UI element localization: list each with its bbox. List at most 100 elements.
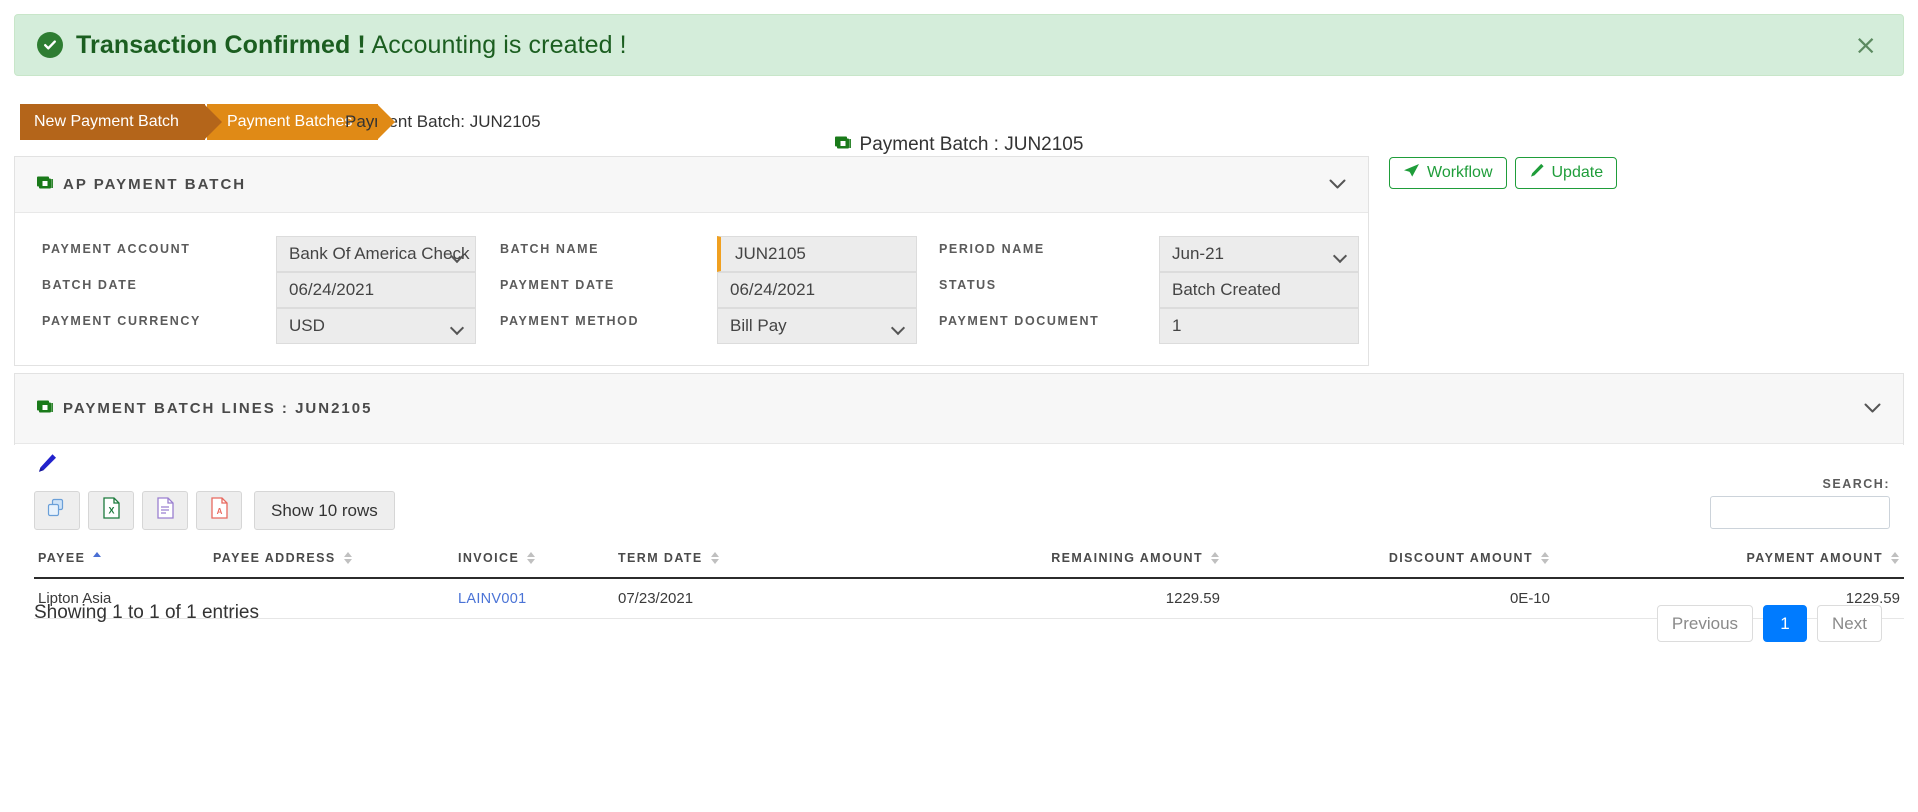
panel-document-icon — [37, 175, 54, 195]
svg-text:A: A — [216, 507, 222, 516]
ap-payment-batch-header[interactable]: AP PAYMENT BATCH — [15, 157, 1368, 213]
column-label: REMAINING AMOUNT — [1051, 551, 1203, 565]
status-label: STATUS — [939, 278, 997, 292]
batch-date-input[interactable]: 06/24/2021 — [276, 272, 476, 308]
page-title: Payment Batch : JUN2105 — [0, 134, 1918, 156]
payment-document-value: 1 — [1172, 316, 1182, 335]
payment-account-value: Bank Of America Check — [289, 244, 470, 263]
excel-button[interactable]: X — [88, 491, 134, 530]
check-circle-icon — [37, 32, 63, 58]
update-button-label: Update — [1551, 164, 1604, 181]
payment-batch-lines-panel: PAYMENT BATCH LINES : JUN2105 — [14, 373, 1904, 445]
batch-document-icon — [834, 134, 852, 156]
column-header-discount-amount[interactable]: DISCOUNT AMOUNT — [1224, 545, 1554, 579]
column-label: PAYEE ADDRESS — [213, 551, 336, 565]
sort-icon — [710, 551, 720, 565]
export-toolbar: X A Show 10 rows — [34, 491, 395, 530]
batch-name-label: BATCH NAME — [500, 242, 600, 256]
payment-document-label: PAYMENT DOCUMENT — [939, 314, 1100, 328]
chevron-down-icon[interactable] — [1329, 175, 1346, 194]
panel-document-icon — [37, 399, 54, 419]
previous-page-button[interactable]: Previous — [1656, 605, 1754, 642]
page-1-button[interactable]: 1 — [1763, 605, 1808, 642]
paper-plane-icon — [1403, 163, 1420, 183]
pagination: Previous 1 Next — [1656, 605, 1882, 642]
workflow-button-label: Workflow — [1427, 164, 1493, 181]
search-label: SEARCH: — [1822, 477, 1890, 491]
close-icon[interactable]: × — [1850, 32, 1881, 59]
payment-account-select[interactable]: Bank Of America Check — [276, 236, 476, 272]
csv-button[interactable] — [142, 491, 188, 530]
sort-icon — [1891, 551, 1900, 565]
cell-term-date: 07/23/2021 — [614, 578, 914, 619]
invoice-link[interactable]: LAINV001 — [458, 591, 527, 607]
pdf-button[interactable]: A — [196, 491, 242, 530]
column-label: PAYEE — [38, 551, 86, 565]
payment-currency-select[interactable]: USD — [276, 308, 476, 344]
payment-date-input[interactable]: 06/24/2021 — [717, 272, 917, 308]
copy-button[interactable] — [34, 491, 80, 530]
period-name-select[interactable]: Jun-21 — [1159, 236, 1359, 272]
cell-invoice: LAINV001 — [454, 578, 614, 619]
cell-discount-amount: 0E-10 — [1224, 578, 1554, 619]
status-input[interactable]: Batch Created — [1159, 272, 1359, 308]
payment-method-select[interactable]: Bill Pay — [717, 308, 917, 344]
batch-date-label: BATCH DATE — [42, 278, 138, 292]
show-rows-dropdown[interactable]: Show 10 rows — [254, 491, 395, 530]
alert-message: Transaction Confirmed ! Accounting is cr… — [76, 31, 627, 60]
pencil-icon — [1529, 163, 1545, 183]
payment-batch-lines-header[interactable]: PAYMENT BATCH LINES : JUN2105 — [15, 374, 1903, 444]
workflow-button[interactable]: Workflow — [1389, 157, 1507, 189]
breadcrumb-label: Payment Batches — [226, 113, 353, 130]
column-label: TERM DATE — [618, 551, 703, 565]
period-name-value: Jun-21 — [1172, 244, 1224, 263]
table-header: PAYEE PAYEE ADDRESS INVOICE TERM DATE RE… — [34, 545, 1904, 579]
chevron-down-icon[interactable] — [1864, 399, 1881, 418]
payment-currency-label: PAYMENT CURRENCY — [42, 314, 201, 328]
entries-summary: Showing 1 to 1 of 1 entries — [34, 602, 259, 623]
svg-text:X: X — [108, 506, 114, 516]
breadcrumb-label: New Payment Batch — [34, 113, 179, 130]
table-body: Lipton Asia LAINV001 07/23/2021 1229.59 … — [34, 578, 1904, 619]
table-row[interactable]: Lipton Asia LAINV001 07/23/2021 1229.59 … — [34, 578, 1904, 619]
panel-title: AP PAYMENT BATCH — [63, 176, 247, 193]
payment-method-label: PAYMENT METHOD — [500, 314, 640, 328]
update-button[interactable]: Update — [1514, 157, 1618, 189]
period-name-label: PERIOD NAME — [939, 242, 1045, 256]
page-title-text: Payment Batch : JUN2105 — [859, 134, 1084, 155]
table-header-row: PAYEE PAYEE ADDRESS INVOICE TERM DATE RE… — [34, 545, 1904, 579]
batch-name-input[interactable]: JUN2105 — [717, 236, 917, 272]
column-header-payment-amount[interactable]: PAYMENT AMOUNT — [1554, 545, 1904, 579]
column-label: DISCOUNT AMOUNT — [1388, 551, 1533, 565]
payment-account-label: PAYMENT ACCOUNT — [42, 242, 191, 256]
search-input[interactable] — [1710, 496, 1890, 529]
payment-date-label: PAYMENT DATE — [500, 278, 615, 292]
success-alert: Transaction Confirmed ! Accounting is cr… — [14, 14, 1904, 76]
batch-name-value: JUN2105 — [735, 244, 806, 263]
payment-document-input[interactable]: 1 — [1159, 308, 1359, 344]
edit-lines-pencil-icon[interactable] — [36, 453, 58, 478]
next-page-button[interactable]: Next — [1817, 605, 1882, 642]
payment-currency-value: USD — [289, 316, 325, 335]
alert-rest-text: Accounting is created ! — [365, 30, 627, 59]
status-value: Batch Created — [1172, 280, 1281, 299]
column-label: PAYMENT AMOUNT — [1746, 551, 1883, 565]
column-header-term-date[interactable]: TERM DATE — [614, 545, 914, 579]
sort-icon — [1541, 551, 1550, 565]
column-header-invoice[interactable]: INVOICE — [454, 545, 614, 579]
column-header-payee[interactable]: PAYEE — [34, 545, 209, 579]
excel-icon: X — [102, 497, 121, 524]
panel-actions: Workflow Update — [1389, 157, 1618, 189]
payment-batch-lines-table: PAYEE PAYEE ADDRESS INVOICE TERM DATE RE… — [34, 545, 1904, 619]
column-header-payee-address[interactable]: PAYEE ADDRESS — [209, 545, 454, 579]
document-icon — [156, 497, 175, 524]
column-header-remaining-amount[interactable]: REMAINING AMOUNT — [914, 545, 1224, 579]
copy-icon — [47, 498, 67, 523]
cell-remaining-amount: 1229.59 — [914, 578, 1224, 619]
sort-asc-icon — [93, 551, 102, 565]
sort-icon — [1211, 551, 1220, 565]
payment-date-value: 06/24/2021 — [730, 280, 816, 299]
payment-method-value: Bill Pay — [730, 316, 787, 335]
search-container: SEARCH: — [1710, 477, 1890, 529]
ap-payment-batch-form: PAYMENT ACCOUNT BATCH DATE PAYMENT CURRE… — [14, 212, 1369, 366]
